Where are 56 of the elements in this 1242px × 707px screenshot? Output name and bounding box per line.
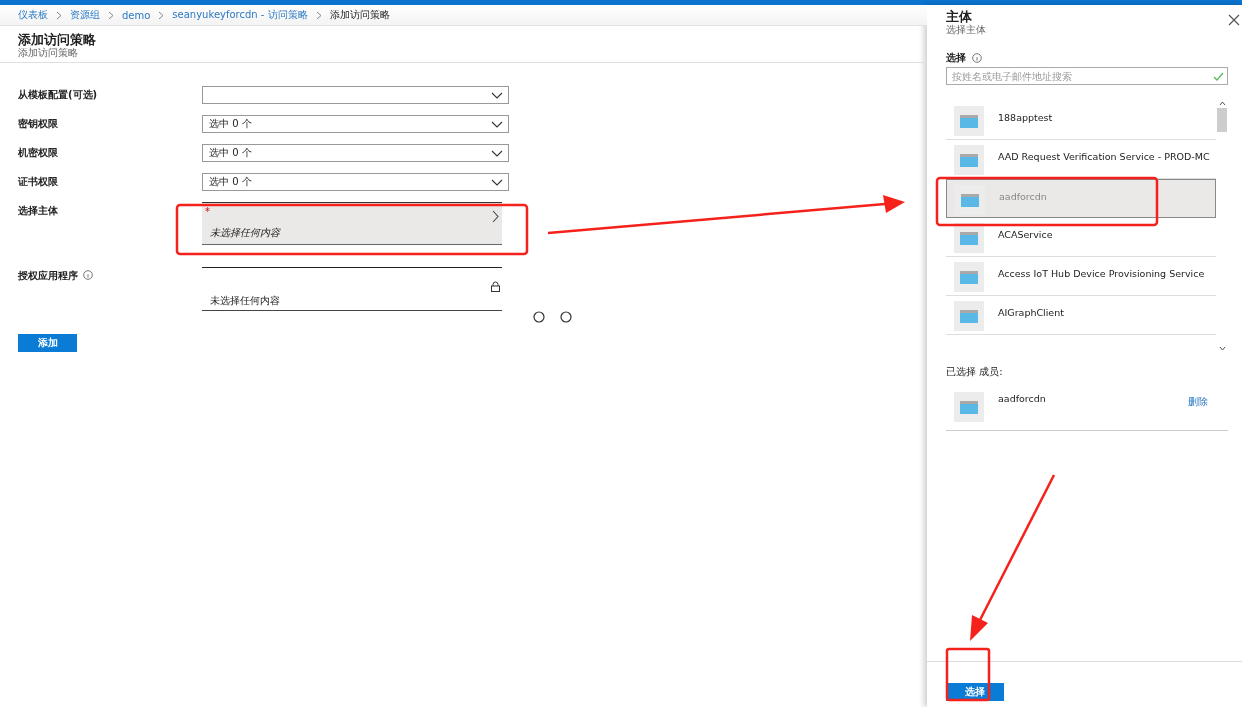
breadcrumb-current: 添加访问策略 (329, 8, 390, 22)
page-title: 添加访问策略 (18, 32, 97, 47)
dropdown-value: 选中 0 个 (209, 117, 253, 131)
search-field[interactable]: 按姓名或电子邮件地址搜索 (946, 67, 1228, 85)
chevron-icon (315, 10, 322, 20)
lock-icon (491, 281, 500, 292)
page-subtitle: 添加访问策略 (18, 47, 79, 58)
search-label: 选择 (946, 51, 966, 65)
app-icon (954, 262, 984, 292)
field-label: 机密权限 (18, 146, 58, 160)
app-icon (954, 145, 984, 175)
chevron-icon (158, 10, 165, 20)
field-label: 从模板配置(可选) (18, 88, 98, 102)
check-icon (1213, 72, 1224, 81)
picker-value: 未选择任何内容 (209, 226, 282, 240)
field-label: 密钥权限 (18, 117, 58, 131)
breadcrumb-link[interactable]: 仪表板 (18, 8, 48, 22)
loading-dot-icon (533, 311, 545, 323)
app-icon (954, 301, 984, 331)
result-item[interactable]: Access IoT Hub Device Provisioning Service (946, 257, 1216, 296)
field-label: 选择主体 (18, 204, 58, 218)
delete-link[interactable]: 删除 (1188, 392, 1208, 409)
dropdown[interactable]: 选中 0 个 (202, 173, 509, 191)
scroll-down-icon[interactable] (1218, 346, 1226, 351)
dropdown[interactable]: 选中 0 个 (202, 115, 509, 133)
field-label: 证书权限 (18, 175, 58, 189)
member-name: aadforcdn (998, 392, 1046, 404)
principal-picker[interactable]: * 未选择任何内容 (202, 202, 502, 245)
field-label: 授权应用程序 (18, 269, 78, 283)
close-icon[interactable] (1228, 14, 1240, 26)
breadcrumb-link[interactable]: seanyukeyforcdn - 访问策略 (172, 8, 308, 22)
scroll-up-icon[interactable] (1218, 101, 1226, 106)
field-value: 未选择任何内容 (209, 294, 281, 308)
dropdown-value: 选中 0 个 (209, 146, 253, 160)
result-item[interactable]: AIGraphClient (946, 296, 1216, 335)
chevron-icon (108, 10, 114, 20)
dropdown[interactable]: 选中 0 个 (202, 144, 509, 162)
annotation-box (945, 647, 991, 702)
chevron-icon (56, 10, 62, 20)
scrollbar-thumb[interactable] (1217, 108, 1227, 132)
breadcrumb-link[interactable]: demo (122, 9, 151, 21)
result-item[interactable]: 188apptest (946, 101, 1216, 140)
dropdown-value: 选中 0 个 (209, 175, 253, 189)
app-icon (954, 223, 984, 253)
add-button[interactable]: 添加 (18, 334, 77, 352)
app-icon (954, 106, 984, 136)
required-mark: * (205, 206, 210, 219)
result-item[interactable]: ACAService (946, 218, 1216, 257)
dropdown[interactable] (202, 86, 509, 104)
info-icon (972, 53, 982, 63)
breadcrumb-link[interactable]: 资源组 (70, 8, 100, 22)
app-icon (954, 392, 984, 422)
selected-members-label: 已选择 成员: (946, 365, 1004, 379)
blade-title: 主体 (946, 9, 973, 24)
blade-subtitle: 选择主体 (946, 24, 986, 35)
loading-dot-icon (560, 311, 572, 323)
